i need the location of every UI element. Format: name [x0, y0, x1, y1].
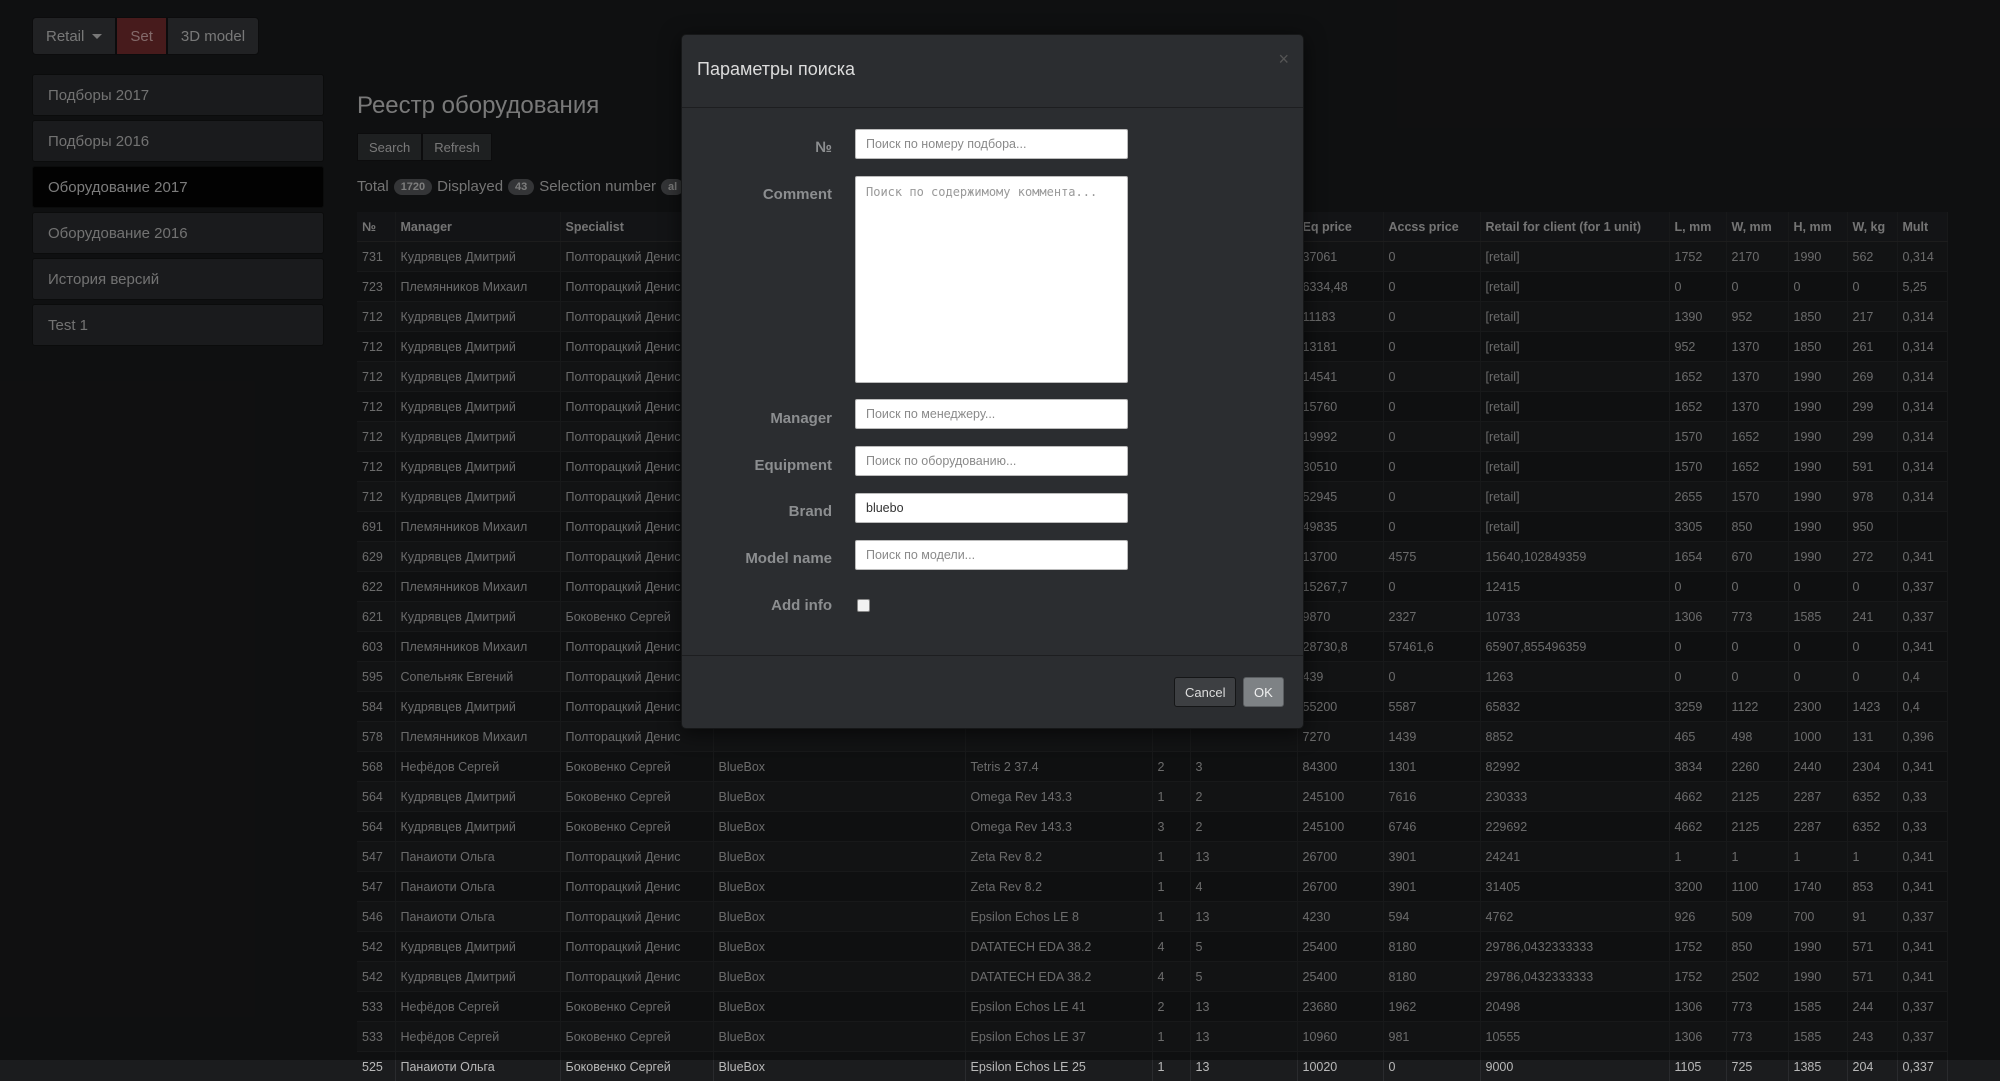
equipment-search-input[interactable]: Поиск по оборудованию... [855, 446, 1128, 476]
model-search-placeholder: Поиск по модели... [866, 548, 975, 562]
search-params-modal: Параметры поиска × № Поиск по номеру под… [681, 34, 1304, 729]
modal-footer: Cancel OK [682, 655, 1303, 730]
model-search-input[interactable]: Поиск по модели... [855, 540, 1128, 570]
close-icon[interactable]: × [1278, 49, 1289, 70]
comment-label: Comment [682, 186, 832, 203]
model-name-label: Model name [682, 550, 832, 567]
add-info-label: Add info [682, 597, 832, 614]
manager-label: Manager [682, 410, 832, 427]
number-search-input[interactable]: Поиск по номеру подбора... [855, 129, 1128, 159]
add-info-checkbox[interactable] [857, 599, 870, 612]
cancel-button[interactable]: Cancel [1174, 677, 1236, 707]
manager-search-placeholder: Поиск по менеджеру... [866, 407, 995, 421]
equipment-label: Equipment [682, 457, 832, 474]
brand-search-input[interactable]: bluebo [855, 493, 1128, 523]
comment-search-textarea[interactable]: Поиск по содержимому коммента... [855, 176, 1128, 383]
comment-search-placeholder: Поиск по содержимому коммента... [866, 185, 1097, 199]
modal-header: Параметры поиска × [682, 35, 1303, 108]
equipment-search-placeholder: Поиск по оборудованию... [866, 454, 1016, 468]
number-label: № [682, 139, 832, 156]
manager-search-input[interactable]: Поиск по менеджеру... [855, 399, 1128, 429]
modal-title: Параметры поиска [697, 59, 855, 80]
brand-label: Brand [682, 503, 832, 520]
ok-button[interactable]: OK [1243, 677, 1284, 707]
brand-search-value: bluebo [866, 501, 904, 515]
number-search-placeholder: Поиск по номеру подбора... [866, 137, 1026, 151]
